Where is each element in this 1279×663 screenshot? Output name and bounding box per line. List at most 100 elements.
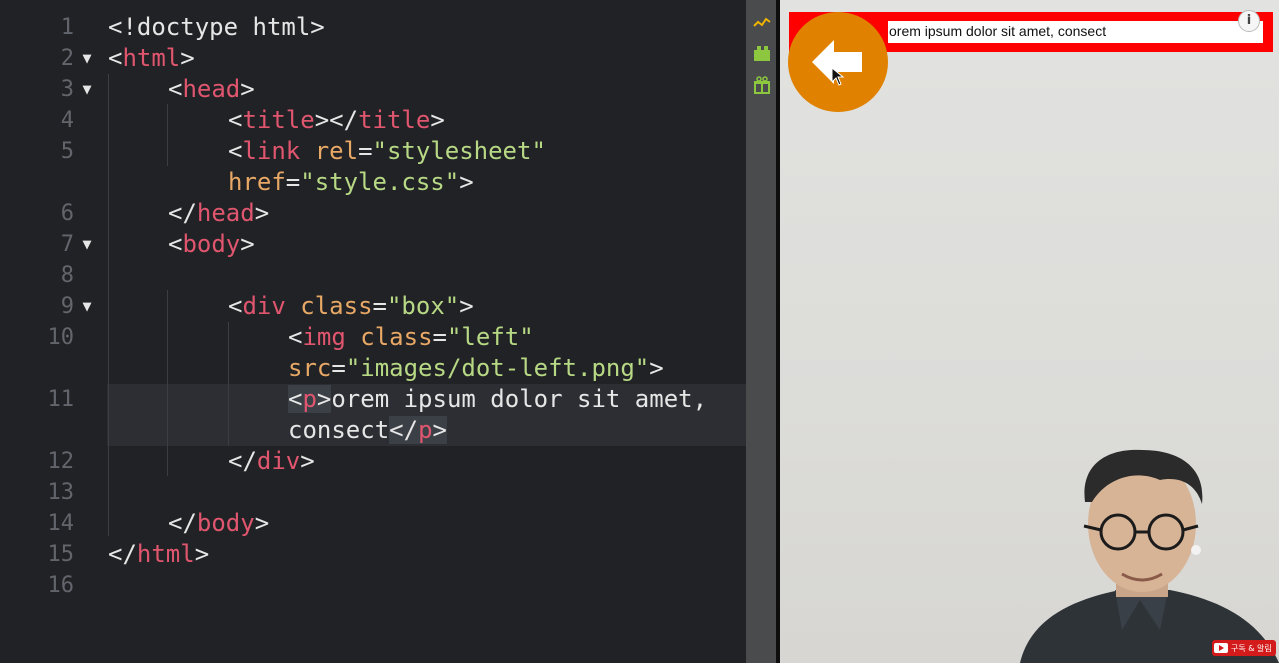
indent-guide [108,74,109,534]
indent-guide [228,322,229,446]
code-line: <link rel="stylesheet" [228,136,546,167]
gift-icon[interactable] [753,76,771,94]
preview-paragraph: orem ipsum dolor sit amet, consect [889,23,1107,39]
fold-toggle-icon[interactable]: ▼ [79,74,95,105]
code-line: <div class="box"> [228,291,474,322]
mouse-cursor-icon [831,66,845,90]
youtube-icon [1214,643,1228,653]
code-token: </ [228,447,257,475]
presenter-video-overlay [1020,449,1279,663]
code-token: > [459,168,474,196]
code-token: < [288,385,303,413]
code-token: div [256,447,301,475]
code-token: title [358,106,431,134]
code-token: </ [168,199,197,227]
line-number: 11 [47,387,75,412]
code-line: </html> [108,539,209,570]
code-token: div [242,292,286,320]
dot-left-image [788,12,888,112]
line-number: 15 [47,542,75,567]
code-token: "box" [386,292,460,320]
code-line: consect</p> [288,415,447,446]
code-token: head [196,199,255,227]
code-token: "style.css" [300,168,460,196]
code-token: class [360,323,433,351]
extension-icon[interactable] [753,44,771,62]
code-line: <p>orem ipsum dolor sit amet, [288,384,707,415]
code-token: > [254,199,270,227]
fold-toggle-icon[interactable]: ▼ [79,229,95,260]
code-token: ></ [314,106,359,134]
line-number: 4 [60,108,74,133]
code-token: </ [389,416,419,444]
code-token: < [228,137,243,165]
subscribe-badge-label: 구독 & 알림 [1231,643,1272,653]
code-token: > [316,385,332,413]
code-token: </ [108,540,137,568]
code-token: src [288,354,332,382]
indent-guide [167,104,168,166]
indent-guide [167,290,168,476]
code-line: <html> [108,43,195,74]
line-number-gutter: 1 2 3 4 5 6 7 8 9 10 11 12 13 14 15 16 ▼… [0,0,100,663]
code-token: < [288,323,303,351]
code-token: = [372,292,387,320]
browser-preview: orem ipsum dolor sit amet, consect i 구독 … [780,0,1279,663]
code-token: html [136,540,195,568]
matched-tag: <p> [288,385,332,413]
code-token: = [358,137,373,165]
code-token: html [122,44,181,72]
code-token: > [459,292,474,320]
side-toolbar [746,0,776,663]
fold-toggle-icon[interactable]: ▼ [79,291,95,322]
indent-guide [108,506,109,536]
subscribe-badge[interactable]: 구독 & 알림 [1212,640,1276,656]
code-token: < [228,106,243,134]
code-token: > [432,416,447,444]
code-token: body [182,230,241,258]
line-number: 3 [60,77,74,102]
code-token: = [285,168,301,196]
code-token: > [240,230,255,258]
line-number: 16 [47,573,75,598]
code-token: class [300,292,373,320]
code-token: = [331,354,346,382]
fold-toggle-icon[interactable]: ▼ [79,43,95,74]
code-token: link [242,137,301,165]
code-token: consect [288,416,390,444]
code-token: <!doctype html> [108,13,325,41]
code-line: </div> [228,446,315,477]
code-token: "images/dot-left.png" [345,354,650,382]
pulse-icon[interactable] [753,14,771,32]
code-line: href="style.css"> [228,167,474,198]
code-token: > [194,540,210,568]
line-number: 13 [47,480,75,505]
matched-tag: </p> [389,416,447,444]
code-editor[interactable]: 1 2 3 4 5 6 7 8 9 10 11 12 13 14 15 16 ▼… [0,0,746,663]
code-line: <body> [168,229,255,260]
code-token: > [430,106,445,134]
code-token: "left" [446,323,534,351]
code-line: <!doctype html> [108,12,325,43]
line-number: 12 [47,449,75,474]
code-line: <head> [168,74,255,105]
code-token: orem ipsum dolor sit amet, [331,385,708,413]
code-line: </body> [168,508,269,539]
code-line: </head> [168,198,269,229]
code-line: src="images/dot-left.png"> [288,353,664,384]
code-token: href [228,168,286,196]
line-number: 9 [60,294,74,319]
info-icon[interactable]: i [1238,10,1260,32]
code-token: < [228,292,243,320]
line-number: 10 [47,325,75,350]
code-token: "stylesheet" [372,137,546,165]
code-token: </ [168,509,197,537]
code-token: < [108,44,123,72]
code-token: > [254,509,270,537]
code-token: > [300,447,315,475]
code-token: p [418,416,433,444]
code-token: = [432,323,447,351]
